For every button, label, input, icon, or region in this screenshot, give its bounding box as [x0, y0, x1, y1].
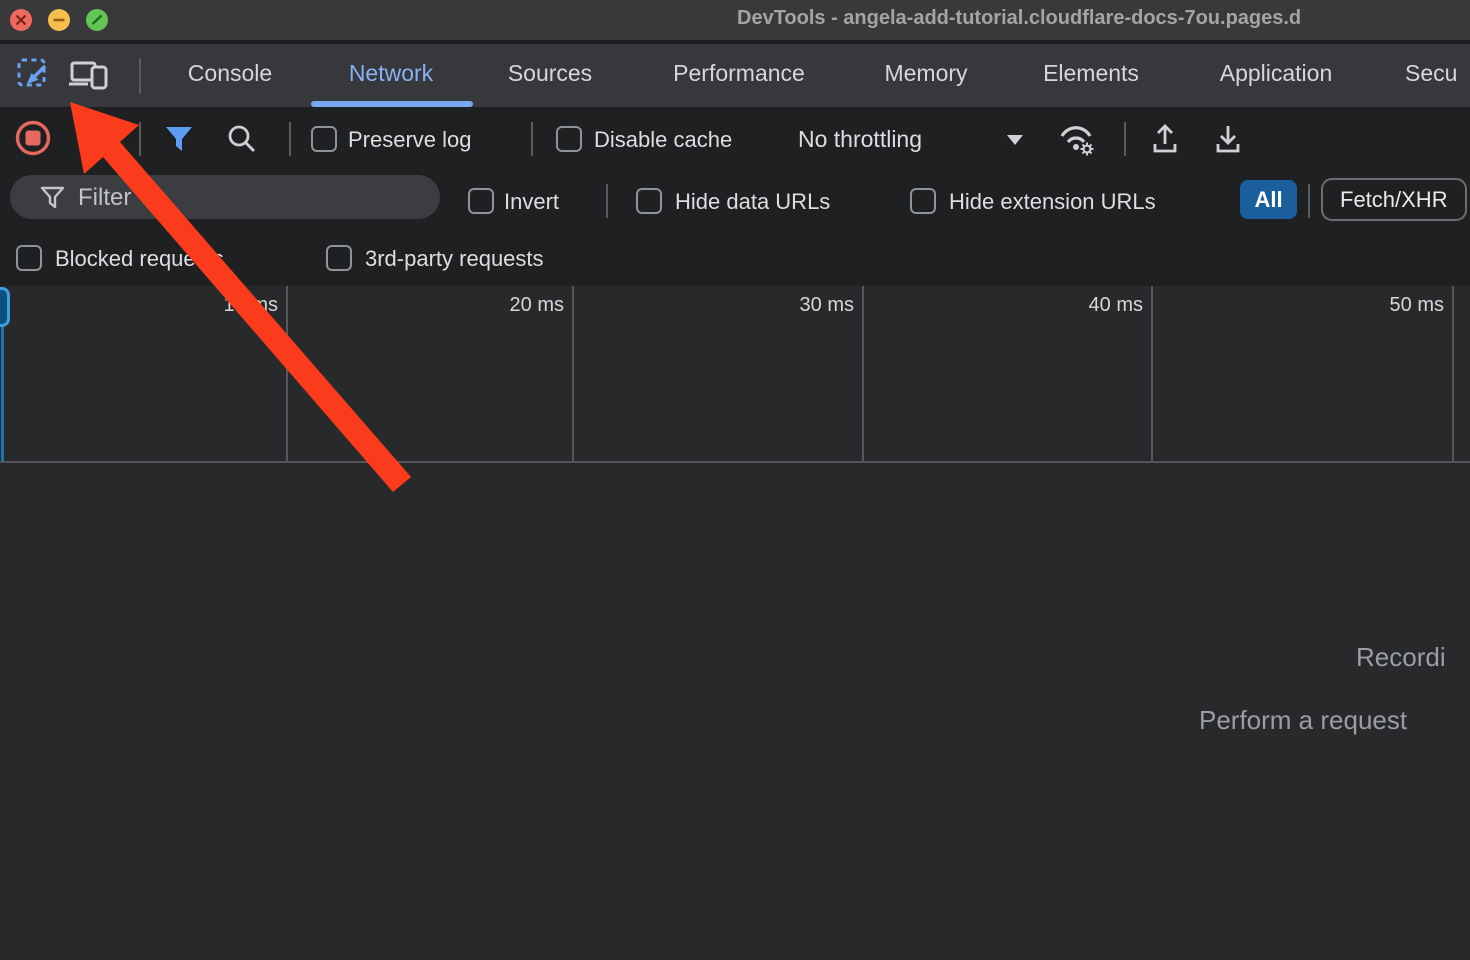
timeline-event-marker-line: [1, 324, 4, 461]
export-har-icon: [1211, 122, 1245, 156]
toolbar-separator: [289, 122, 291, 156]
network-conditions-button[interactable]: [1058, 122, 1100, 163]
toolbar-separator: [1124, 122, 1126, 156]
toolbar-separator: [139, 122, 141, 156]
network-toolbar: Preserve log Disable cache No throttling: [0, 107, 1470, 170]
funnel-icon: [40, 186, 66, 210]
throttling-dropdown-caret[interactable]: [1006, 133, 1024, 151]
devtools-window: DevTools - angela-add-tutorial.cloudflar…: [0, 0, 1470, 960]
device-toolbar-icon: [68, 58, 114, 92]
zoom-window-button[interactable]: [86, 9, 108, 31]
minimize-icon: [48, 9, 70, 31]
invert-checkbox[interactable]: [468, 188, 494, 214]
filter-separator: [606, 184, 608, 218]
preserve-log-checkbox[interactable]: [311, 126, 337, 152]
tab-network[interactable]: Network: [349, 60, 433, 87]
import-har-icon: [1148, 122, 1182, 156]
blocked-requests-label[interactable]: Blocked requests: [55, 246, 224, 272]
network-overview-timeline[interactable]: 10 ms 20 ms 30 ms 40 ms 50 ms: [0, 286, 1470, 463]
window-title: DevTools - angela-add-tutorial.cloudflar…: [737, 7, 1301, 30]
filter-input[interactable]: [76, 182, 430, 214]
filter-field[interactable]: [10, 175, 440, 219]
tab-console[interactable]: Console: [188, 60, 272, 87]
chip-separator: [1308, 184, 1310, 218]
disable-cache-label[interactable]: Disable cache: [594, 127, 732, 153]
timeline-selection-handle[interactable]: [0, 287, 10, 327]
record-stop-button[interactable]: [13, 119, 53, 164]
zoom-icon: [86, 9, 108, 31]
search-icon: [226, 123, 258, 155]
tab-security[interactable]: Secu: [1405, 60, 1457, 87]
request-type-chip-all[interactable]: All: [1240, 180, 1297, 219]
tab-sources[interactable]: Sources: [508, 60, 592, 87]
tab-memory[interactable]: Memory: [884, 60, 967, 87]
timeline-gridline: [286, 286, 288, 461]
timeline-tick-20ms: 20 ms: [484, 294, 564, 317]
timeline-gridline: [572, 286, 574, 461]
close-window-button[interactable]: [10, 9, 32, 31]
timeline-gridline: [862, 286, 864, 461]
filter-toggle-button[interactable]: [164, 125, 194, 158]
filter-icon: [164, 125, 194, 153]
timeline-gridline: [1452, 286, 1454, 461]
throttling-select-value[interactable]: No throttling: [798, 126, 922, 153]
tab-performance[interactable]: Performance: [673, 60, 805, 87]
titlebar: DevTools - angela-add-tutorial.cloudflar…: [0, 0, 1470, 44]
preserve-log-label[interactable]: Preserve log: [348, 127, 472, 153]
tab-elements[interactable]: Elements: [1043, 60, 1139, 87]
hide-data-urls-checkbox[interactable]: [636, 188, 662, 214]
timeline-tick-50ms: 50 ms: [1364, 294, 1444, 317]
tab-application[interactable]: Application: [1220, 60, 1333, 87]
search-button[interactable]: [226, 123, 258, 160]
timeline-tick-40ms: 40 ms: [1063, 294, 1143, 317]
third-party-requests-label[interactable]: 3rd-party requests: [365, 246, 544, 272]
hide-extension-urls-checkbox[interactable]: [910, 188, 936, 214]
hide-extension-urls-label[interactable]: Hide extension URLs: [949, 189, 1156, 215]
disable-cache-checkbox[interactable]: [556, 126, 582, 152]
close-icon: [10, 9, 32, 31]
import-har-button[interactable]: [1148, 122, 1182, 161]
inspect-element-button[interactable]: [16, 57, 52, 98]
network-filter-bar: Invert Hide data URLs Hide extension URL…: [0, 170, 1470, 232]
empty-state-recording-text: Recordi: [1356, 642, 1446, 673]
stop-record-icon: [13, 119, 53, 159]
empty-state-instruction-text: Perform a request: [1199, 705, 1407, 736]
export-har-button[interactable]: [1211, 122, 1245, 161]
timeline-gridline: [1151, 286, 1153, 461]
chevron-down-icon: [1006, 134, 1024, 146]
network-options-bar: Blocked requests 3rd-party requests: [0, 232, 1470, 286]
third-party-requests-checkbox[interactable]: [326, 245, 352, 271]
requests-empty-panel: Recordi Perform a request: [0, 463, 1470, 960]
toggle-device-toolbar-button[interactable]: [68, 58, 114, 97]
inspect-icon: [16, 57, 52, 93]
devtools-tabbar: Console Network Sources Performance Memo…: [0, 44, 1470, 107]
tabbar-separator: [139, 58, 141, 94]
toolbar-separator: [531, 122, 533, 156]
minimize-window-button[interactable]: [48, 9, 70, 31]
invert-label[interactable]: Invert: [504, 189, 559, 215]
hide-data-urls-label[interactable]: Hide data URLs: [675, 189, 830, 215]
timeline-tick-30ms: 30 ms: [774, 294, 854, 317]
blocked-requests-checkbox[interactable]: [16, 245, 42, 271]
clear-network-log-button[interactable]: [80, 121, 114, 160]
timeline-tick-10ms: 10 ms: [198, 294, 278, 317]
request-type-chip-fetch-xhr[interactable]: Fetch/XHR: [1321, 178, 1467, 221]
clear-icon: [80, 121, 114, 155]
network-conditions-icon: [1058, 122, 1100, 158]
